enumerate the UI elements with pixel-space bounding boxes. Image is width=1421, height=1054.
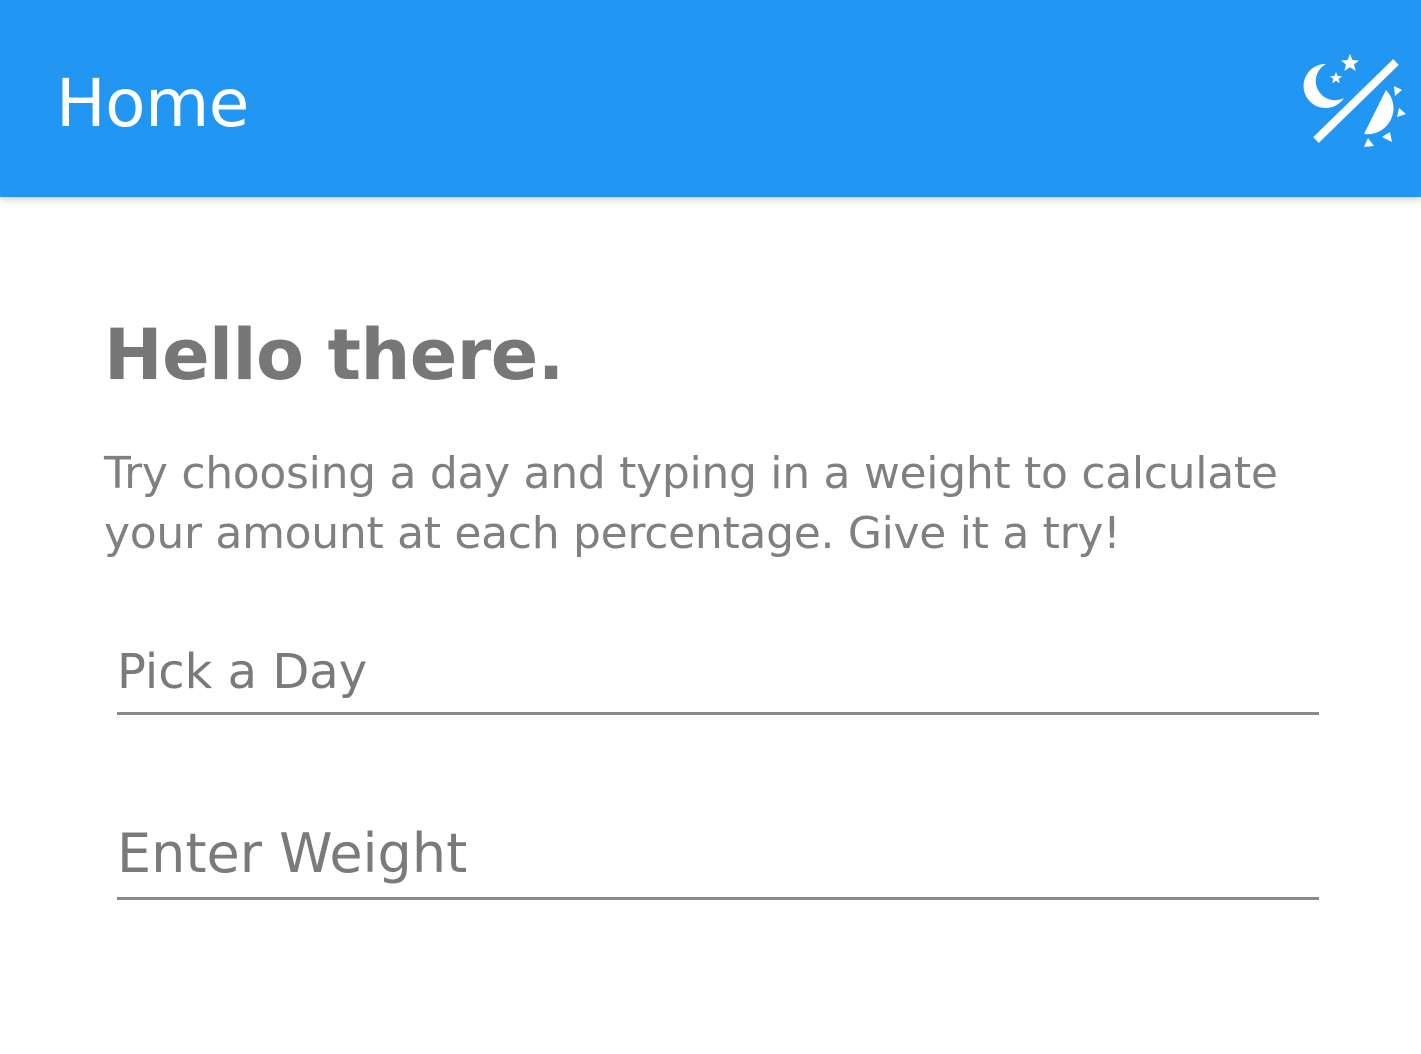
main-content: Hello there. Try choosing a day and typi… [104,300,1344,564]
pick-a-day-field[interactable]: Pick a Day [117,638,1319,715]
enter-weight-placeholder: Enter Weight [117,822,468,885]
greeting-heading: Hello there. [104,314,564,396]
page-title: Home [56,65,249,142]
intro-text: Try choosing a day and typing in a weigh… [104,448,1278,559]
enter-weight-field[interactable]: Enter Weight [117,816,1319,900]
pick-a-day-placeholder: Pick a Day [117,644,368,700]
theme-toggle-button[interactable] [1298,46,1410,158]
app-bar: Home [0,0,1421,197]
dark-mode-toggle-icon [1303,54,1406,147]
